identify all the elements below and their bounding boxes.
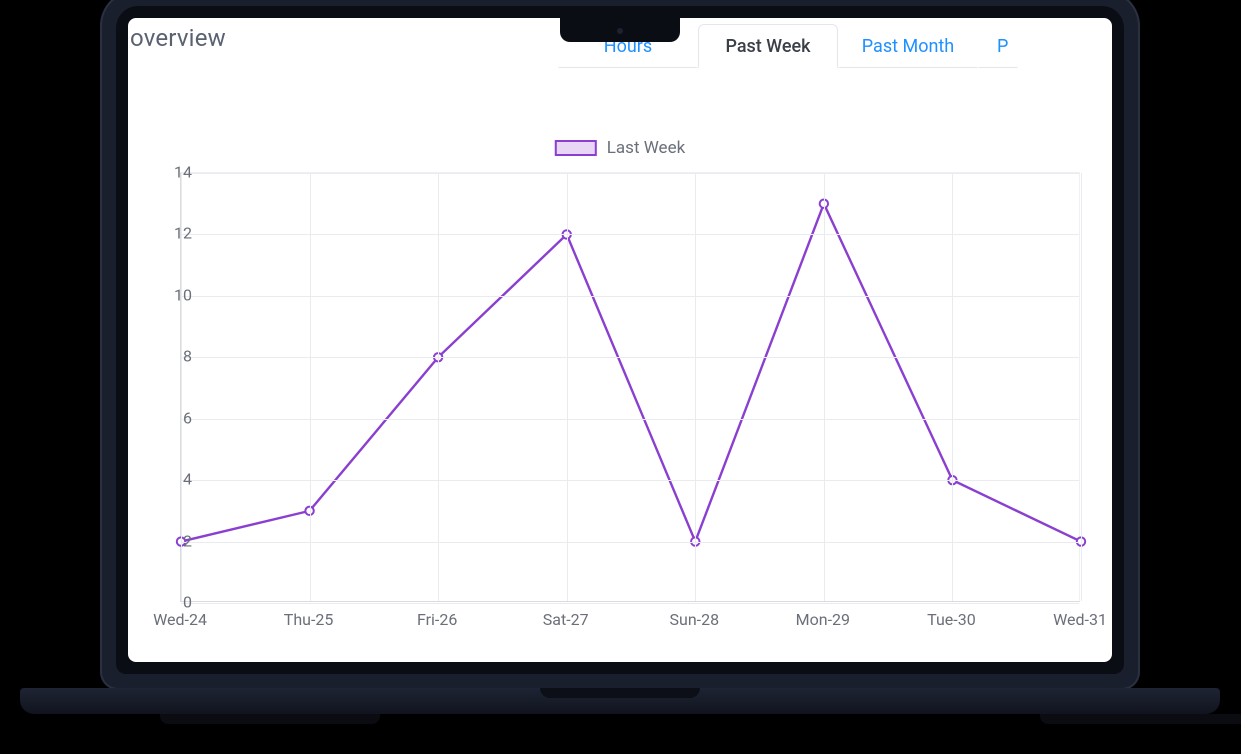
laptop-frame: overview Hours Past Week Past Month P La… <box>80 0 1160 700</box>
gridline-horizontal <box>181 173 1079 174</box>
chart-svg <box>181 173 1079 601</box>
gridline-vertical <box>567 173 568 601</box>
x-axis-tick-label: Sat-27 <box>543 610 589 629</box>
gridline-horizontal <box>181 603 1079 604</box>
y-axis-tick-label: 8 <box>162 347 192 366</box>
gridline-horizontal <box>181 480 1079 481</box>
y-axis-tick-label: 6 <box>162 408 192 427</box>
y-axis-tick-label: 14 <box>162 163 192 182</box>
y-axis-tick-label: 12 <box>162 224 192 243</box>
gridline-vertical <box>438 173 439 601</box>
y-axis-tick-label: 10 <box>162 285 192 304</box>
chart-plot-area <box>180 172 1080 602</box>
x-axis-tick-label: Mon-29 <box>796 610 850 629</box>
x-axis-tick-label: Tue-30 <box>927 610 976 629</box>
laptop-foot-right <box>1040 714 1241 724</box>
gridline-horizontal <box>181 419 1079 420</box>
gridline-horizontal <box>181 234 1079 235</box>
legend-swatch-last-week <box>555 140 597 156</box>
gridline-horizontal <box>181 296 1079 297</box>
x-axis-tick-label: Wed-24 <box>153 610 207 629</box>
x-axis-tick-label: Fri-26 <box>417 610 457 629</box>
gridline-vertical <box>824 173 825 601</box>
y-axis-tick-label: 0 <box>162 593 192 612</box>
chart-legend: Last Week <box>555 138 685 158</box>
tab-past-month[interactable]: Past Month <box>838 24 978 68</box>
gridline-vertical <box>310 173 311 601</box>
x-axis-tick-label: Wed-31 <box>1053 610 1107 629</box>
y-axis-tick-label: 4 <box>162 470 192 489</box>
laptop-trackpad-notch <box>540 688 700 698</box>
laptop-foot-left <box>160 714 380 724</box>
laptop-camera-notch <box>560 18 680 42</box>
gridline-vertical <box>952 173 953 601</box>
x-axis-tick-label: Sun-28 <box>670 610 720 629</box>
x-axis-tick-label: Thu-25 <box>284 610 334 629</box>
app-screen: overview Hours Past Week Past Month P La… <box>128 18 1112 662</box>
gridline-horizontal <box>181 357 1079 358</box>
laptop-screen-bezel: overview Hours Past Week Past Month P La… <box>116 6 1124 674</box>
tab-past-week[interactable]: Past Week <box>698 24 838 68</box>
page-title: overview <box>130 24 226 52</box>
gridline-horizontal <box>181 542 1079 543</box>
overview-chart: Last Week 0 2 4 6 8 10 12 14 Wed-24 Thu-25 Fri-26 S… <box>138 138 1102 648</box>
gridline-vertical <box>695 173 696 601</box>
tab-past-year-clipped[interactable]: P <box>978 24 1018 68</box>
series-line-last-week <box>181 204 1081 542</box>
legend-label-last-week: Last Week <box>607 138 685 158</box>
y-axis-tick-label: 2 <box>162 531 192 550</box>
gridline-vertical <box>1081 173 1082 601</box>
